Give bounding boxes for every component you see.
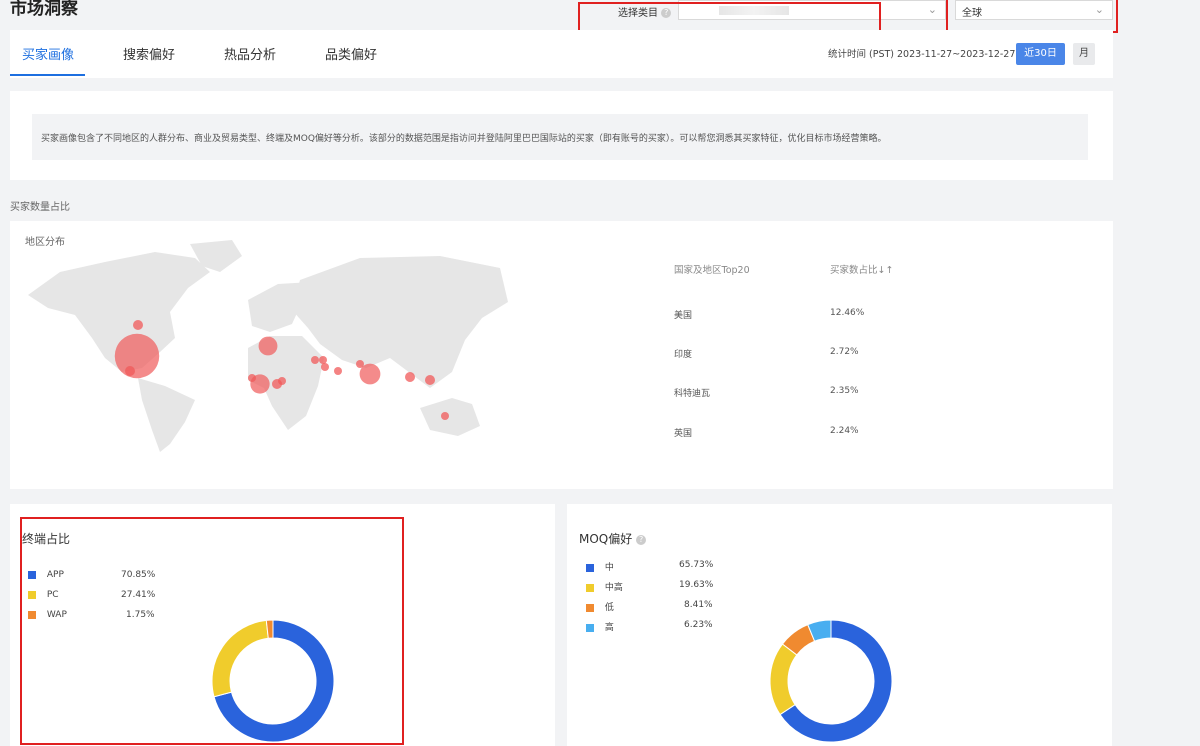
- chevron-down-icon: ⌄: [927, 3, 937, 16]
- legend-swatch: [586, 583, 594, 592]
- legend-item: 低 8.41%: [586, 600, 716, 614]
- map-bubble-印度[interactable]: [359, 363, 381, 385]
- tab-search-preference[interactable]: 搜索偏好: [123, 44, 175, 63]
- table-row-country: 科特迪瓦: [674, 389, 711, 399]
- month-button[interactable]: 月: [1073, 43, 1095, 65]
- section-title-buyers: 买家数量占比: [10, 202, 70, 213]
- map-bubble[interactable]: [321, 363, 329, 371]
- legend-swatch: [586, 563, 594, 572]
- donut-slice-1[interactable]: [769, 643, 798, 716]
- map-bubble[interactable]: [405, 372, 415, 382]
- table-row-country: 英国: [674, 429, 693, 439]
- legend-item: PC 27.41%: [28, 590, 158, 604]
- terminal-donut: [211, 619, 335, 743]
- stat-time: 统计时间 (PST) 2023-11-27~2023-12-27: [828, 49, 1016, 60]
- moq-donut-chart: [769, 619, 893, 743]
- south-america-shape: [138, 378, 195, 452]
- legend-swatch: [28, 590, 36, 599]
- legend-swatch: [28, 610, 36, 619]
- map-bubble-英国[interactable]: [258, 336, 278, 356]
- map-bubble-科特迪瓦[interactable]: [250, 374, 270, 394]
- table-header-country: 国家及地区Top20: [674, 265, 750, 276]
- legend-item: APP 70.85%: [28, 570, 158, 584]
- legend-swatch: [586, 623, 594, 632]
- legend-item: 高 6.23%: [586, 620, 716, 634]
- active-tab-indicator: [10, 74, 85, 76]
- page-title: 市场洞察: [10, 0, 78, 19]
- map-bubble[interactable]: [311, 356, 319, 364]
- tab-buyer-profile[interactable]: 买家画像: [22, 44, 74, 63]
- world-map: [28, 240, 508, 452]
- map-bubble[interactable]: [278, 377, 286, 385]
- table-row-pct: 12.46%: [830, 308, 865, 318]
- legend-item: 中高 19.63%: [586, 580, 716, 594]
- map-bubble[interactable]: [133, 320, 143, 330]
- notice-text: 买家画像包含了不同地区的人群分布、商业及贸易类型、终端及MOQ偏好等分析。该部分…: [32, 114, 1088, 160]
- map-bubble[interactable]: [441, 412, 449, 420]
- legend-item: WAP 1.75%: [28, 610, 158, 624]
- legend-swatch: [586, 603, 594, 612]
- tab-category-preference[interactable]: 品类偏好: [325, 44, 377, 63]
- table-header-pct[interactable]: 买家数占比↓↑: [830, 262, 893, 276]
- map-bubble-美国[interactable]: [114, 333, 160, 379]
- donut-slice-1[interactable]: [211, 619, 269, 698]
- table-row-country: 印度: [674, 350, 693, 360]
- table-row-pct: 2.24%: [830, 426, 859, 436]
- help-icon[interactable]: ?: [636, 534, 647, 545]
- map-bubble[interactable]: [319, 356, 327, 364]
- highlight-box-region: [946, 0, 1118, 33]
- table-row-pct: 2.72%: [830, 347, 859, 357]
- moq-donut: [769, 619, 893, 743]
- last-30-days-button[interactable]: 近30日: [1016, 43, 1065, 65]
- legend-item: 中 65.73%: [586, 560, 716, 574]
- table-row-country: 美国: [674, 311, 693, 321]
- map-bubble[interactable]: [425, 375, 435, 385]
- tab-hot-products[interactable]: 热品分析: [224, 44, 276, 63]
- table-row-pct: 2.35%: [830, 386, 859, 396]
- australia-shape: [420, 398, 480, 436]
- terminal-title: 终端占比: [22, 532, 71, 546]
- map-bubble[interactable]: [334, 367, 342, 375]
- moq-title: MOQ偏好 ?: [579, 530, 647, 547]
- legend-swatch: [28, 570, 36, 579]
- terminal-donut-chart: [211, 619, 335, 743]
- sort-icon[interactable]: ↓↑: [878, 265, 894, 276]
